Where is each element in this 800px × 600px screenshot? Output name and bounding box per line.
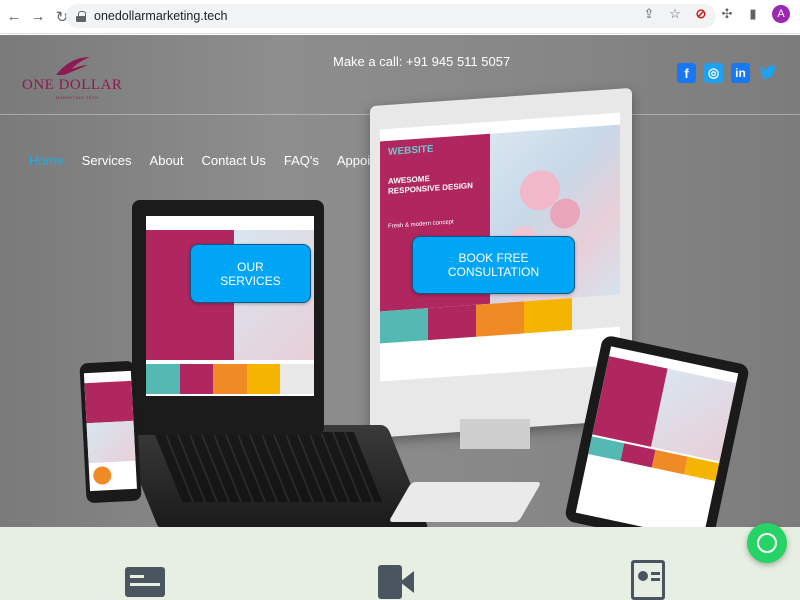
logo-wing-icon — [56, 57, 90, 75]
social-links: f ◎ in — [677, 63, 777, 83]
nav-faqs[interactable]: FAQ's — [284, 153, 319, 168]
nav-services[interactable]: Services — [82, 153, 132, 168]
our-services-button[interactable]: OUR SERVICES — [190, 244, 311, 303]
whatsapp-chat-button[interactable] — [747, 517, 787, 572]
whatsapp-icon — [747, 523, 787, 563]
extension-red-icon[interactable]: ⊘ — [694, 7, 708, 21]
features-section — [0, 527, 800, 600]
bookmark-star-icon[interactable]: ☆ — [668, 7, 682, 21]
video-camera-icon — [378, 565, 414, 599]
hero-section: ONE DOLLAR MARKETING TECH Make a call: +… — [0, 35, 800, 527]
site-logo[interactable]: ONE DOLLAR MARKETING TECH — [22, 53, 122, 103]
credit-card-icon — [125, 567, 165, 597]
twitter-icon[interactable] — [758, 63, 777, 83]
facebook-icon[interactable]: f — [677, 63, 696, 83]
browser-toolbar: ← → ↻ onedollarmarketing.tech ⇪ ☆ ⊘ ✣ ▮ … — [0, 0, 800, 34]
call-phone-link[interactable]: Make a call: +91 945 511 5057 — [333, 54, 510, 69]
profile-avatar[interactable]: A — [772, 5, 790, 23]
instagram-icon[interactable]: ◎ — [704, 63, 723, 83]
nav-about[interactable]: About — [150, 153, 184, 168]
address-bar[interactable]: onedollarmarketing.tech — [66, 4, 716, 28]
share-icon[interactable]: ⇪ — [642, 7, 656, 21]
logo-subtext: MARKETING TECH — [56, 95, 99, 100]
forward-arrow-icon[interactable]: → — [28, 7, 48, 27]
keyboard-mockup — [388, 482, 542, 522]
address-bar-url: onedollarmarketing.tech — [94, 9, 228, 23]
id-card-icon — [631, 560, 665, 600]
lock-icon — [76, 10, 86, 22]
side-panel-icon[interactable]: ▮ — [746, 7, 760, 21]
back-arrow-icon[interactable]: ← — [4, 7, 24, 27]
logo-text: ONE DOLLAR — [22, 77, 123, 93]
phone-mockup — [79, 360, 142, 504]
nav-contact-us[interactable]: Contact Us — [202, 153, 266, 168]
nav-home[interactable]: Home — [29, 153, 64, 168]
linkedin-icon[interactable]: in — [731, 63, 750, 83]
laptop-screen — [146, 216, 314, 396]
extensions-puzzle-icon[interactable]: ✣ — [720, 7, 734, 21]
book-consultation-button[interactable]: BOOK FREE CONSULTATION — [412, 236, 575, 294]
